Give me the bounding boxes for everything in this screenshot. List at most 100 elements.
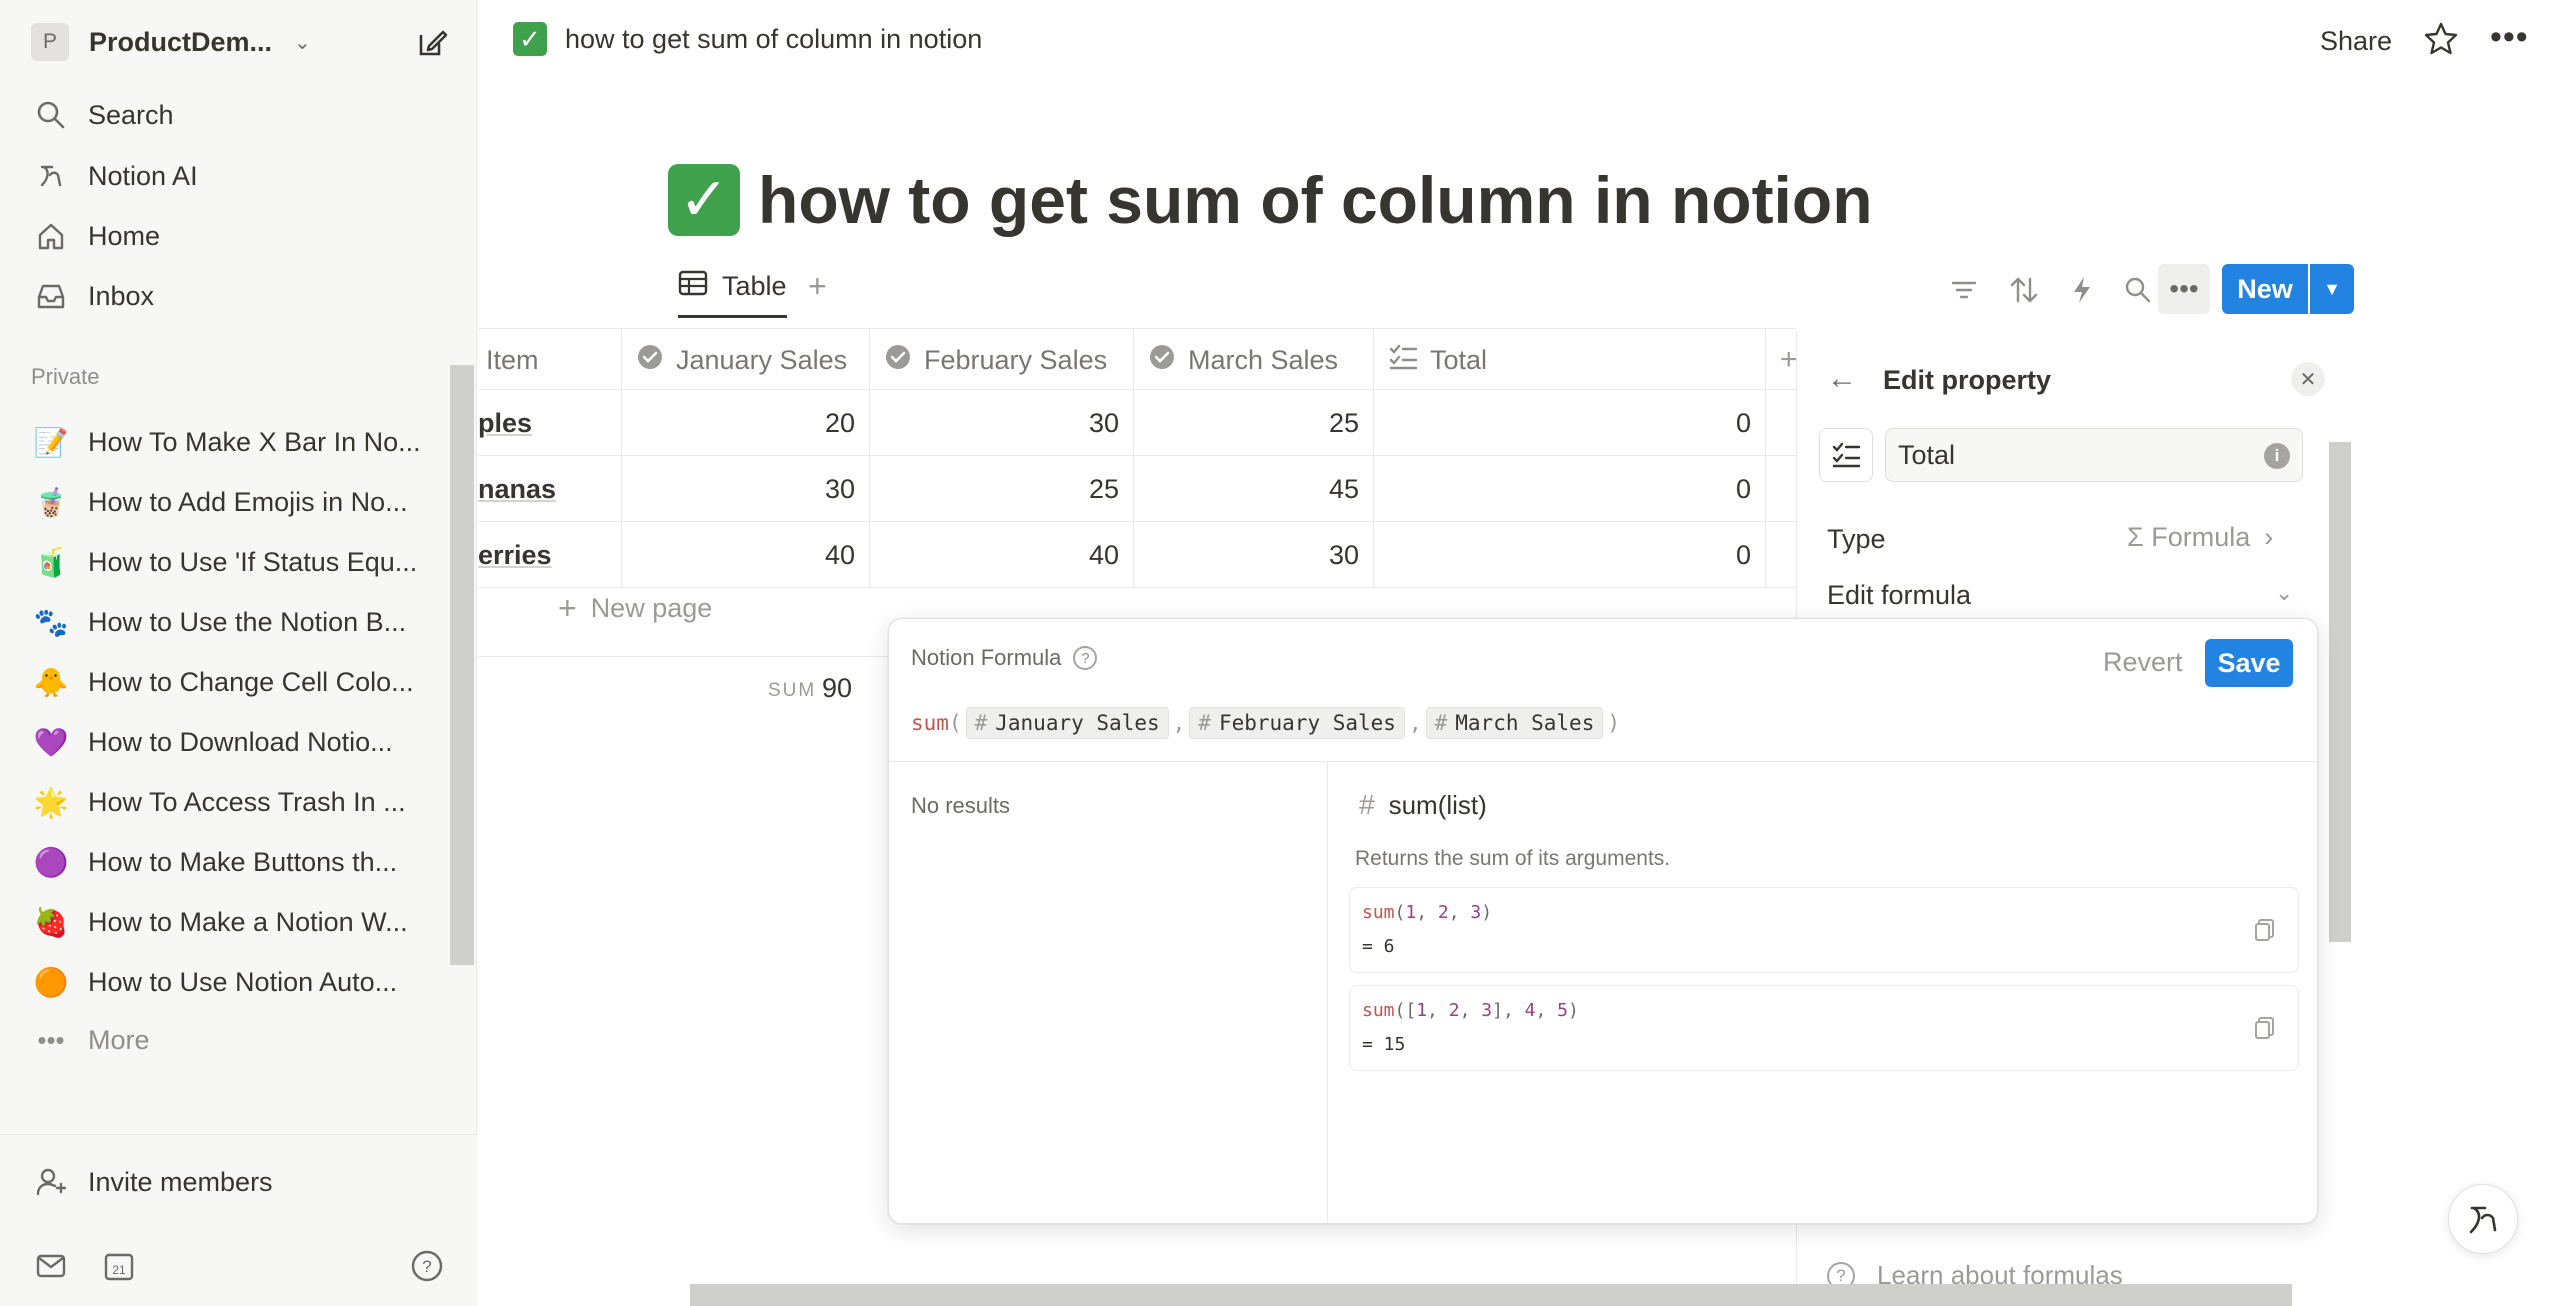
cell-march-sales[interactable]: 30 xyxy=(1134,522,1374,588)
cell-january-sales[interactable]: 40 xyxy=(622,522,870,588)
cell-march-sales[interactable]: 45 xyxy=(1134,456,1374,522)
notion-ai-button[interactable] xyxy=(2448,1184,2518,1254)
table-row[interactable]: nanas 30 25 45 0 xyxy=(478,456,1796,522)
cell-january-sales[interactable]: 30 xyxy=(622,456,870,522)
sum-calculation-label[interactable]: SUM xyxy=(768,680,816,702)
cell-total[interactable]: 0 xyxy=(1374,456,1766,522)
info-icon[interactable]: i xyxy=(2264,443,2290,469)
property-icon-picker[interactable] xyxy=(1819,428,1873,482)
new-dropdown-chevron-icon[interactable]: ▼ xyxy=(2310,264,2354,314)
edit-formula-label[interactable]: Edit formula xyxy=(1827,580,1971,611)
notion-ai-icon xyxy=(2469,1206,2497,1234)
sidebar-item-search[interactable]: Search xyxy=(31,90,174,140)
type-selector[interactable]: Σ Formula › xyxy=(2127,522,2273,553)
property-name-input[interactable]: Total i xyxy=(1885,428,2303,482)
column-header-march-sales[interactable]: March Sales xyxy=(1134,329,1374,391)
sum-calculation-value[interactable]: 90 xyxy=(822,673,852,704)
chevron-down-icon[interactable]: ⌄ xyxy=(2275,580,2293,606)
sidebar-page-item[interactable]: 🐾 How to Use the Notion B... xyxy=(31,596,431,648)
sidebar-page-item[interactable]: 🌟 How To Access Trash In ... xyxy=(31,776,431,828)
new-page-icon[interactable] xyxy=(413,24,451,62)
cell-february-sales[interactable]: 25 xyxy=(870,456,1134,522)
sidebar-item-home[interactable]: Home xyxy=(31,211,160,261)
invite-members-label: Invite members xyxy=(88,1166,273,1197)
automation-lightning-icon[interactable] xyxy=(2064,272,2100,308)
sidebar-scrollbar-thumb[interactable] xyxy=(450,365,474,965)
sidebar-item-notion-ai[interactable]: Notion AI xyxy=(31,151,198,201)
sidebar-page-label: How To Make X Bar In No... xyxy=(88,426,421,457)
panel-scrollbar-thumb[interactable] xyxy=(2329,442,2351,942)
formula-property-token[interactable]: # March Sales xyxy=(1425,707,1604,739)
column-header-item[interactable]: Item xyxy=(478,329,622,391)
help-icon[interactable]: ? xyxy=(1073,646,1098,670)
database-more-icon[interactable]: ••• xyxy=(2158,264,2210,314)
cell-total[interactable]: 0 xyxy=(1374,390,1766,456)
table-row[interactable]: ples 20 30 25 0 xyxy=(478,390,1796,456)
mail-icon[interactable] xyxy=(36,1253,66,1284)
share-button[interactable]: Share xyxy=(2320,26,2392,57)
sort-icon[interactable] xyxy=(2006,272,2042,308)
formula-list-icon xyxy=(1388,343,1418,378)
search-icon[interactable] xyxy=(2120,272,2156,308)
cell-item[interactable]: nanas xyxy=(478,456,622,522)
column-header-total[interactable]: Total xyxy=(1374,329,1766,391)
page-emoji-icon: 🐾 xyxy=(33,606,69,638)
cell-february-sales[interactable]: 40 xyxy=(870,522,1134,588)
page-icon-check-mark[interactable]: ✓ xyxy=(668,164,740,236)
horizontal-scrollbar-thumb[interactable] xyxy=(690,1284,2292,1306)
favorite-star-icon[interactable] xyxy=(2422,20,2460,63)
formula-property-token[interactable]: # February Sales xyxy=(1189,707,1405,739)
formula-property-token[interactable]: # January Sales xyxy=(965,707,1169,739)
more-options-icon[interactable]: ••• xyxy=(2490,18,2529,57)
table-row[interactable]: erries 40 40 30 0 xyxy=(478,522,1796,588)
formula-input[interactable]: sum( # January Sales, # February Sales, # M… xyxy=(911,707,1620,739)
sidebar-page-label: How to Change Cell Colo... xyxy=(88,666,414,697)
sidebar-page-item[interactable]: 🟣 How to Make Buttons th... xyxy=(31,836,431,888)
new-page-button[interactable]: + New page xyxy=(558,590,712,627)
column-header-label: Item xyxy=(486,344,539,375)
breadcrumb[interactable]: ✓ how to get sum of column in notion xyxy=(513,22,982,56)
panel-scrollbar[interactable] xyxy=(2327,432,2351,1272)
copy-icon[interactable] xyxy=(2254,918,2276,947)
sidebar-scrollbar[interactable] xyxy=(450,365,474,965)
example-result: = 15 xyxy=(1362,1034,1406,1055)
revert-button[interactable]: Revert xyxy=(2103,647,2183,678)
sidebar-page-item[interactable]: 🐥 How to Change Cell Colo... xyxy=(31,656,431,708)
cell-january-sales[interactable]: 20 xyxy=(622,390,870,456)
column-header-january-sales[interactable]: January Sales xyxy=(622,329,870,391)
sidebar-page-item[interactable]: 📝 How To Make X Bar In No... xyxy=(31,416,431,468)
cell-march-sales[interactable]: 25 xyxy=(1134,390,1374,456)
svg-text:?: ? xyxy=(422,1257,431,1276)
sidebar-page-item[interactable]: 🧃 How to Use 'If Status Equ... xyxy=(31,536,431,588)
copy-icon[interactable] xyxy=(2254,1016,2276,1045)
back-arrow-icon[interactable]: ← xyxy=(1827,362,1857,396)
column-header-label: March Sales xyxy=(1188,344,1339,375)
sidebar-item-inbox[interactable]: Inbox xyxy=(31,271,154,321)
inbox-icon xyxy=(31,276,71,316)
cell-item[interactable]: ples xyxy=(478,390,622,456)
sidebar-page-item[interactable]: 🍓 How to Make a Notion W... xyxy=(31,896,431,948)
page-emoji-icon: 🐥 xyxy=(33,666,69,698)
tab-table-view[interactable]: Table xyxy=(678,270,787,318)
add-column-icon[interactable]: + xyxy=(1766,329,1796,391)
add-view-icon[interactable]: + xyxy=(808,268,827,305)
horizontal-scrollbar[interactable] xyxy=(478,1282,2318,1306)
cell-february-sales[interactable]: 30 xyxy=(870,390,1134,456)
save-button[interactable]: Save xyxy=(2205,639,2293,687)
sidebar-page-item[interactable]: 🧋 How to Add Emojis in No... xyxy=(31,476,431,528)
cell-item[interactable]: erries xyxy=(478,522,622,588)
sidebar-page-item[interactable]: 🟠 How to Use Notion Auto... xyxy=(31,956,431,1008)
more-dots-icon: ••• xyxy=(37,1024,65,1055)
help-icon[interactable]: ? xyxy=(410,1249,444,1288)
page-title[interactable]: how to get sum of column in notion xyxy=(758,162,1873,238)
calendar-icon[interactable]: 21 xyxy=(104,1251,134,1286)
new-button[interactable]: New xyxy=(2222,264,2308,314)
cell-total[interactable]: 0 xyxy=(1374,522,1766,588)
sidebar-item-more[interactable]: ••• More xyxy=(31,1014,431,1066)
filter-icon[interactable] xyxy=(1946,272,1982,308)
invite-members-button[interactable]: Invite members xyxy=(31,1157,273,1207)
workspace-switcher[interactable]: P ProductDem... ⌄ xyxy=(31,22,311,62)
column-header-february-sales[interactable]: February Sales xyxy=(870,329,1134,391)
close-icon[interactable]: ✕ xyxy=(2291,362,2325,396)
sidebar-page-item[interactable]: 💜 How to Download Notio... xyxy=(31,716,431,768)
